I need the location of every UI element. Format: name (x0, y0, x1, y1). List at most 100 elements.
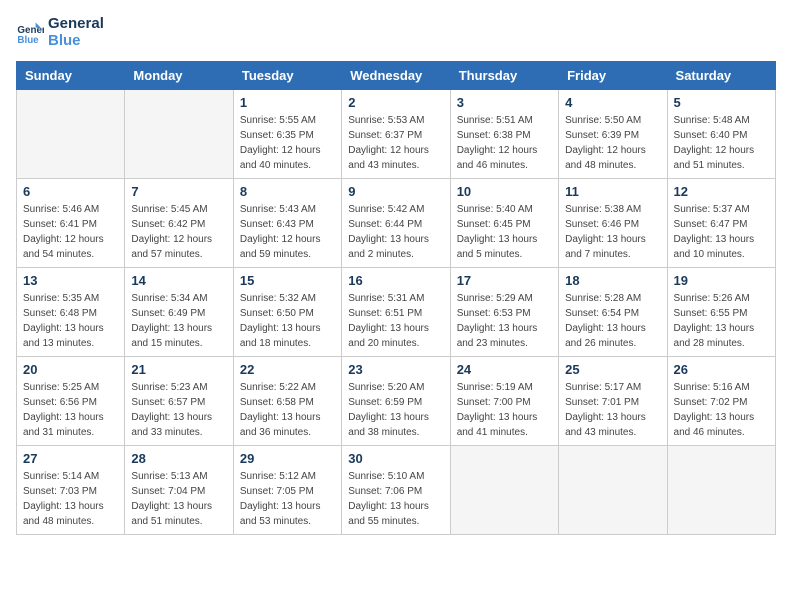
weekday-header-friday: Friday (559, 62, 667, 90)
calendar-cell: 16 Sunrise: 5:31 AM Sunset: 6:51 PM Dayli… (342, 268, 450, 357)
day-info: Sunrise: 5:50 AM Sunset: 6:39 PM Dayligh… (565, 113, 660, 173)
calendar-cell: 10Sunrise: 5:40 AM Sunset: 6:45 PM Dayli… (450, 179, 558, 268)
day-number: 19 (674, 273, 769, 288)
header: General Blue General Blue (16, 16, 776, 49)
weekday-header-row: SundayMondayTuesdayWednesdayThursdayFrid… (17, 62, 776, 90)
day-number: 26 (674, 362, 769, 377)
day-number: 3 (457, 95, 552, 110)
week-row-1: 1Sunrise: 5:55 AM Sunset: 6:35 PM Daylig… (17, 90, 776, 179)
calendar-cell: 20Sunrise: 5:25 AM Sunset: 6:56 PM Dayli… (17, 357, 125, 446)
logo-text-blue: Blue (48, 33, 104, 50)
day-info: Sunrise: 5:46 AM Sunset: 6:41 PM Dayligh… (23, 202, 118, 262)
day-info: Sunrise: 5:25 AM Sunset: 6:56 PM Dayligh… (23, 380, 118, 440)
day-number: 16 (348, 273, 443, 288)
day-info: Sunrise: 5:37 AM Sunset: 6:47 PM Dayligh… (674, 202, 769, 262)
calendar-cell: 22 Sunrise: 5:22 AM Sunset: 6:58 PM Dayli… (233, 357, 341, 446)
day-info: Sunrise: 5:26 AM Sunset: 6:55 PM Dayligh… (674, 291, 769, 351)
calendar-cell: 23Sunrise: 5:20 AM Sunset: 6:59 PM Dayli… (342, 357, 450, 446)
day-info: Sunrise: 5:29 AM Sunset: 6:53 PM Dayligh… (457, 291, 552, 351)
calendar-cell (667, 446, 775, 535)
weekday-header-sunday: Sunday (17, 62, 125, 90)
day-info: Sunrise: 5:55 AM Sunset: 6:35 PM Dayligh… (240, 113, 335, 173)
day-info: Sunrise: 5:12 AM Sunset: 7:05 PM Dayligh… (240, 469, 335, 529)
day-number: 22 (240, 362, 335, 377)
calendar-cell: 30Sunrise: 5:10 AM Sunset: 7:06 PM Dayli… (342, 446, 450, 535)
day-number: 13 (23, 273, 118, 288)
day-number: 30 (348, 451, 443, 466)
calendar-cell: 27 Sunrise: 5:14 AM Sunset: 7:03 PM Dayli… (17, 446, 125, 535)
calendar-cell: 4 Sunrise: 5:50 AM Sunset: 6:39 PM Daylig… (559, 90, 667, 179)
day-info: Sunrise: 5:31 AM Sunset: 6:51 PM Dayligh… (348, 291, 443, 351)
calendar-cell: 3 Sunrise: 5:51 AM Sunset: 6:38 PM Daylig… (450, 90, 558, 179)
calendar-cell: 21 Sunrise: 5:23 AM Sunset: 6:57 PM Dayli… (125, 357, 233, 446)
calendar-cell: 29 Sunrise: 5:12 AM Sunset: 7:05 PM Dayli… (233, 446, 341, 535)
calendar-cell: 11 Sunrise: 5:38 AM Sunset: 6:46 PM Dayli… (559, 179, 667, 268)
day-number: 7 (131, 184, 226, 199)
day-number: 29 (240, 451, 335, 466)
day-info: Sunrise: 5:16 AM Sunset: 7:02 PM Dayligh… (674, 380, 769, 440)
calendar-cell: 12 Sunrise: 5:37 AM Sunset: 6:47 PM Dayli… (667, 179, 775, 268)
logo-icon: General Blue (16, 19, 44, 47)
calendar-cell: 8 Sunrise: 5:43 AM Sunset: 6:43 PM Daylig… (233, 179, 341, 268)
day-info: Sunrise: 5:38 AM Sunset: 6:46 PM Dayligh… (565, 202, 660, 262)
day-number: 2 (348, 95, 443, 110)
day-info: Sunrise: 5:42 AM Sunset: 6:44 PM Dayligh… (348, 202, 443, 262)
day-number: 9 (348, 184, 443, 199)
day-number: 28 (131, 451, 226, 466)
day-number: 21 (131, 362, 226, 377)
calendar-cell: 19 Sunrise: 5:26 AM Sunset: 6:55 PM Dayli… (667, 268, 775, 357)
day-number: 25 (565, 362, 660, 377)
day-info: Sunrise: 5:48 AM Sunset: 6:40 PM Dayligh… (674, 113, 769, 173)
day-number: 10 (457, 184, 552, 199)
day-number: 4 (565, 95, 660, 110)
day-number: 27 (23, 451, 118, 466)
calendar-cell: 24 Sunrise: 5:19 AM Sunset: 7:00 PM Dayli… (450, 357, 558, 446)
day-number: 15 (240, 273, 335, 288)
day-info: Sunrise: 5:34 AM Sunset: 6:49 PM Dayligh… (131, 291, 226, 351)
weekday-header-saturday: Saturday (667, 62, 775, 90)
calendar-cell: 13 Sunrise: 5:35 AM Sunset: 6:48 PM Dayli… (17, 268, 125, 357)
day-number: 6 (23, 184, 118, 199)
calendar-cell: 18 Sunrise: 5:28 AM Sunset: 6:54 PM Dayli… (559, 268, 667, 357)
day-number: 18 (565, 273, 660, 288)
weekday-header-monday: Monday (125, 62, 233, 90)
calendar-table: SundayMondayTuesdayWednesdayThursdayFrid… (16, 61, 776, 535)
calendar-cell (125, 90, 233, 179)
day-info: Sunrise: 5:19 AM Sunset: 7:00 PM Dayligh… (457, 380, 552, 440)
calendar-cell (559, 446, 667, 535)
calendar-cell: 2Sunrise: 5:53 AM Sunset: 6:37 PM Daylig… (342, 90, 450, 179)
day-number: 12 (674, 184, 769, 199)
calendar-cell: 5 Sunrise: 5:48 AM Sunset: 6:40 PM Daylig… (667, 90, 775, 179)
weekday-header-tuesday: Tuesday (233, 62, 341, 90)
day-info: Sunrise: 5:14 AM Sunset: 7:03 PM Dayligh… (23, 469, 118, 529)
weekday-header-thursday: Thursday (450, 62, 558, 90)
day-info: Sunrise: 5:43 AM Sunset: 6:43 PM Dayligh… (240, 202, 335, 262)
calendar-cell (17, 90, 125, 179)
day-info: Sunrise: 5:51 AM Sunset: 6:38 PM Dayligh… (457, 113, 552, 173)
day-info: Sunrise: 5:35 AM Sunset: 6:48 PM Dayligh… (23, 291, 118, 351)
weekday-header-wednesday: Wednesday (342, 62, 450, 90)
calendar-cell: 28 Sunrise: 5:13 AM Sunset: 7:04 PM Dayli… (125, 446, 233, 535)
svg-text:Blue: Blue (17, 34, 39, 45)
day-info: Sunrise: 5:17 AM Sunset: 7:01 PM Dayligh… (565, 380, 660, 440)
day-number: 24 (457, 362, 552, 377)
calendar-cell: 6 Sunrise: 5:46 AM Sunset: 6:41 PM Daylig… (17, 179, 125, 268)
day-info: Sunrise: 5:13 AM Sunset: 7:04 PM Dayligh… (131, 469, 226, 529)
day-info: Sunrise: 5:22 AM Sunset: 6:58 PM Dayligh… (240, 380, 335, 440)
calendar-cell: 26 Sunrise: 5:16 AM Sunset: 7:02 PM Dayli… (667, 357, 775, 446)
calendar-cell: 25 Sunrise: 5:17 AM Sunset: 7:01 PM Dayli… (559, 357, 667, 446)
day-info: Sunrise: 5:28 AM Sunset: 6:54 PM Dayligh… (565, 291, 660, 351)
day-number: 8 (240, 184, 335, 199)
logo: General Blue General Blue (16, 16, 104, 49)
day-number: 11 (565, 184, 660, 199)
week-row-5: 27 Sunrise: 5:14 AM Sunset: 7:03 PM Dayli… (17, 446, 776, 535)
calendar-cell: 15 Sunrise: 5:32 AM Sunset: 6:50 PM Dayli… (233, 268, 341, 357)
day-info: Sunrise: 5:32 AM Sunset: 6:50 PM Dayligh… (240, 291, 335, 351)
calendar-cell: 7Sunrise: 5:45 AM Sunset: 6:42 PM Daylig… (125, 179, 233, 268)
day-info: Sunrise: 5:20 AM Sunset: 6:59 PM Dayligh… (348, 380, 443, 440)
day-info: Sunrise: 5:23 AM Sunset: 6:57 PM Dayligh… (131, 380, 226, 440)
day-number: 5 (674, 95, 769, 110)
calendar-cell: 9 Sunrise: 5:42 AM Sunset: 6:44 PM Daylig… (342, 179, 450, 268)
day-number: 14 (131, 273, 226, 288)
calendar-cell: 1Sunrise: 5:55 AM Sunset: 6:35 PM Daylig… (233, 90, 341, 179)
